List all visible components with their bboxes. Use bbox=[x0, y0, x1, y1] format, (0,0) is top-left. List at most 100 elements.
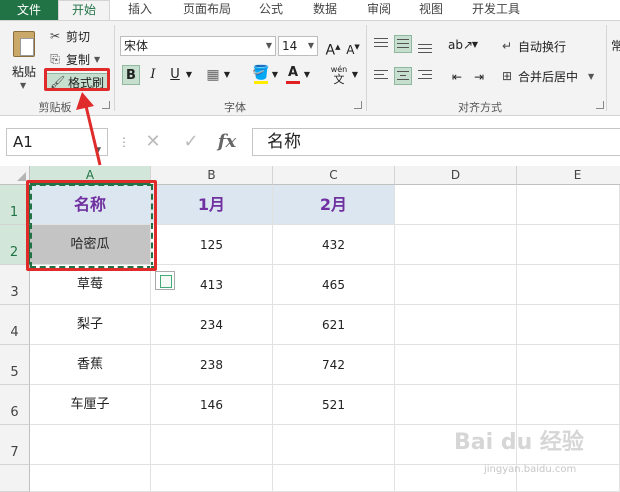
align-left-icon[interactable] bbox=[372, 67, 390, 85]
cell-e5[interactable] bbox=[517, 345, 620, 385]
dialog-launcher-icon[interactable] bbox=[102, 101, 110, 109]
cell-c5[interactable]: 742 bbox=[273, 345, 395, 385]
tab-insert[interactable]: 插入 bbox=[118, 0, 162, 20]
increase-font-icon[interactable]: A▲ bbox=[324, 37, 342, 59]
dialog-launcher-icon[interactable] bbox=[596, 101, 604, 109]
font-color-icon[interactable]: A bbox=[284, 65, 302, 85]
borders-icon[interactable]: ▦ bbox=[204, 65, 222, 85]
enter-icon[interactable]: ✓ bbox=[178, 130, 204, 154]
row-header-5[interactable]: 5 bbox=[0, 345, 30, 385]
align-center-icon[interactable] bbox=[394, 67, 412, 85]
cell-e6[interactable] bbox=[517, 385, 620, 425]
cell-b8[interactable] bbox=[151, 465, 273, 492]
cell-c8[interactable] bbox=[273, 465, 395, 492]
chevron-down-icon[interactable]: ▼ bbox=[270, 65, 280, 85]
column-header-d[interactable]: D bbox=[395, 166, 517, 185]
cell-a7[interactable] bbox=[30, 425, 151, 465]
alignment-group-label: 对齐方式 bbox=[458, 101, 502, 114]
cell-c2[interactable]: 432 bbox=[273, 225, 395, 265]
cell-c4[interactable]: 621 bbox=[273, 305, 395, 345]
fill-color-icon[interactable]: 🪣 bbox=[252, 65, 270, 85]
bold-button[interactable]: B bbox=[122, 65, 140, 85]
group-divider bbox=[114, 25, 115, 111]
cell-c3[interactable]: 465 bbox=[273, 265, 395, 305]
font-name-dropdown[interactable]: 宋体 ▼ bbox=[120, 36, 276, 56]
cell-d3[interactable] bbox=[395, 265, 517, 305]
tab-file[interactable]: 文件 bbox=[0, 0, 58, 20]
cell-b2[interactable]: 125 bbox=[151, 225, 273, 265]
cell-d6[interactable] bbox=[395, 385, 517, 425]
dialog-launcher-icon[interactable] bbox=[354, 101, 362, 109]
row-header-4[interactable]: 4 bbox=[0, 305, 30, 345]
formula-input[interactable]: 名称 bbox=[252, 128, 620, 156]
paste-button[interactable]: 粘贴 ▼ bbox=[6, 25, 42, 95]
tab-review[interactable]: 审阅 bbox=[358, 0, 400, 20]
cell-b6[interactable]: 146 bbox=[151, 385, 273, 425]
cell-d5[interactable] bbox=[395, 345, 517, 385]
tab-developer[interactable]: 开发工具 bbox=[464, 0, 528, 20]
paste-options-icon[interactable] bbox=[155, 271, 175, 290]
column-header-c[interactable]: C bbox=[273, 166, 395, 185]
cell-a5[interactable]: 香蕉 bbox=[30, 345, 151, 385]
merge-center-button[interactable]: ⊞ 合并后居中 ▼ bbox=[500, 67, 594, 85]
chevron-down-icon[interactable]: ▼ bbox=[350, 65, 360, 85]
cell-b4[interactable]: 234 bbox=[151, 305, 273, 345]
tab-home[interactable]: 开始 bbox=[58, 0, 110, 20]
cell-d4[interactable] bbox=[395, 305, 517, 345]
italic-button[interactable]: I bbox=[144, 65, 162, 85]
cell-c6[interactable]: 521 bbox=[273, 385, 395, 425]
align-top-icon[interactable] bbox=[372, 35, 390, 53]
row-header-6[interactable]: 6 bbox=[0, 385, 30, 425]
cell-a6[interactable]: 车厘子 bbox=[30, 385, 151, 425]
column-header-b[interactable]: B bbox=[151, 166, 273, 185]
cell-c7[interactable] bbox=[273, 425, 395, 465]
align-middle-icon[interactable] bbox=[394, 35, 412, 53]
cell-e4[interactable] bbox=[517, 305, 620, 345]
insert-function-icon[interactable]: fx bbox=[214, 130, 240, 154]
cell-e1[interactable] bbox=[517, 185, 620, 225]
chevron-down-icon: ▼ bbox=[94, 54, 101, 64]
cell-e3[interactable] bbox=[517, 265, 620, 305]
orientation-icon[interactable]: ab↗ bbox=[448, 35, 473, 55]
row-header-8[interactable] bbox=[0, 465, 30, 492]
increase-indent-icon[interactable]: ⇥ bbox=[470, 67, 488, 87]
decrease-indent-icon[interactable]: ⇤ bbox=[448, 67, 466, 87]
wrap-text-button[interactable]: ↵ 自动换行 bbox=[500, 37, 566, 55]
chevron-down-icon[interactable]: ▼ bbox=[302, 65, 312, 85]
tab-formulas[interactable]: 公式 bbox=[250, 0, 292, 20]
decrease-font-icon[interactable]: A▼ bbox=[344, 37, 362, 57]
cell-d2[interactable] bbox=[395, 225, 517, 265]
cell-a3[interactable]: 草莓 bbox=[30, 265, 151, 305]
tab-page-layout[interactable]: 页面布局 bbox=[176, 0, 238, 20]
cell-d1[interactable] bbox=[395, 185, 517, 225]
chevron-down-icon[interactable]: ▼ bbox=[470, 35, 480, 55]
cell-a8[interactable] bbox=[30, 465, 151, 492]
cell-c1[interactable]: 2月 bbox=[273, 185, 395, 225]
formula-bar: A1 ▼ ⋮ ✕ ✓ fx 名称 bbox=[0, 122, 620, 162]
cut-button[interactable]: ✂ 剪切 bbox=[48, 27, 90, 45]
chevron-down-icon[interactable]: ▼ bbox=[222, 65, 232, 85]
underline-button[interactable]: U bbox=[166, 65, 184, 85]
font-size-dropdown[interactable]: 14 ▼ bbox=[278, 36, 318, 56]
tab-view[interactable]: 视图 bbox=[410, 0, 452, 20]
copy-button[interactable]: ⎘ 复制 ▼ bbox=[48, 50, 100, 68]
row-header-3[interactable]: 3 bbox=[0, 265, 30, 305]
chevron-down-icon[interactable]: ▼ bbox=[184, 65, 194, 85]
copy-icon: ⎘ bbox=[50, 52, 60, 66]
name-box-value: A1 bbox=[13, 133, 33, 151]
resize-handle-icon[interactable]: ⋮ bbox=[118, 135, 130, 149]
align-right-icon[interactable] bbox=[416, 67, 434, 85]
tab-data[interactable]: 数据 bbox=[304, 0, 346, 20]
align-bottom-icon[interactable] bbox=[416, 35, 434, 53]
cell-b5[interactable]: 238 bbox=[151, 345, 273, 385]
cell-b7[interactable] bbox=[151, 425, 273, 465]
number-format-dropdown[interactable]: 常 bbox=[611, 36, 620, 54]
cell-a4[interactable]: 梨子 bbox=[30, 305, 151, 345]
phonetic-guide-button[interactable]: wén 文 bbox=[328, 65, 350, 85]
row-header-7[interactable]: 7 bbox=[0, 425, 30, 465]
cancel-icon[interactable]: ✕ bbox=[140, 130, 166, 154]
cell-b1[interactable]: 1月 bbox=[151, 185, 273, 225]
name-box[interactable]: A1 ▼ bbox=[6, 128, 108, 156]
cell-e2[interactable] bbox=[517, 225, 620, 265]
column-header-e[interactable]: E bbox=[517, 166, 620, 185]
